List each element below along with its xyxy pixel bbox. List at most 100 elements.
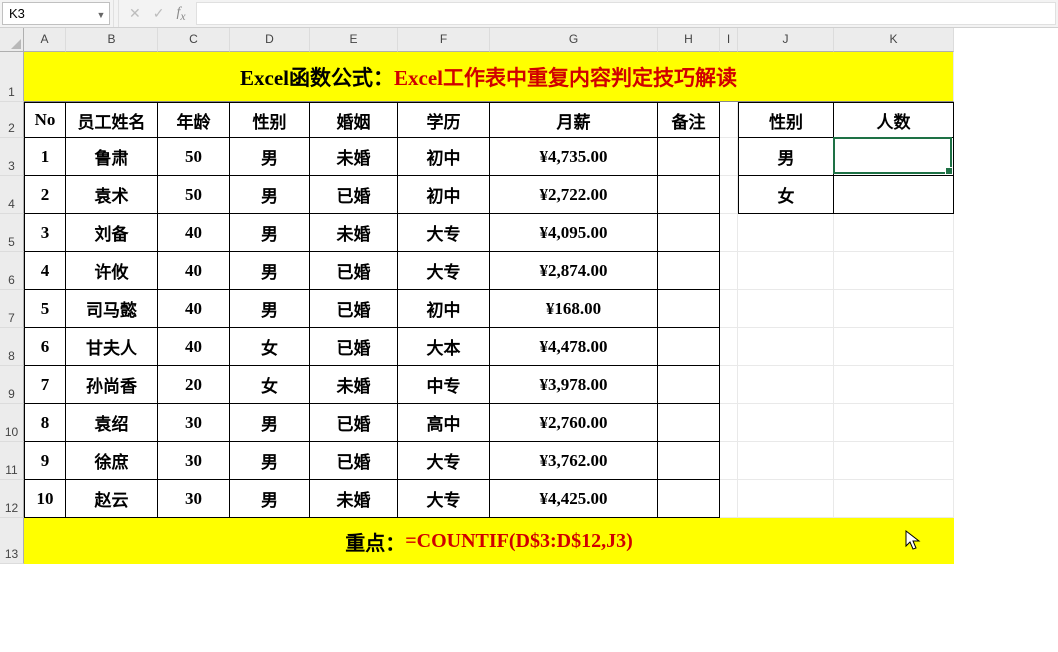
hdr-sex2[interactable]: 性别 bbox=[738, 102, 834, 138]
gap-J[interactable] bbox=[738, 252, 834, 290]
side-count[interactable] bbox=[834, 176, 954, 214]
gap-K[interactable] bbox=[834, 328, 954, 366]
cell-edu[interactable]: 大专 bbox=[398, 442, 490, 480]
side-sex[interactable]: 女 bbox=[738, 176, 834, 214]
cell-mar[interactable]: 已婚 bbox=[310, 442, 398, 480]
col-header-F[interactable]: F bbox=[398, 28, 490, 52]
gap-I[interactable] bbox=[720, 176, 738, 214]
cell-name[interactable]: 鲁肃 bbox=[66, 138, 158, 176]
col-header-D[interactable]: D bbox=[230, 28, 310, 52]
hdr-note[interactable]: 备注 bbox=[658, 102, 720, 138]
cell-note[interactable] bbox=[658, 176, 720, 214]
gap-K[interactable] bbox=[834, 404, 954, 442]
cell-note[interactable] bbox=[658, 138, 720, 176]
cell-sal[interactable]: ¥3,762.00 bbox=[490, 442, 658, 480]
cell-no[interactable]: 4 bbox=[24, 252, 66, 290]
row-header-10[interactable]: 10 bbox=[0, 404, 24, 442]
cell-sal[interactable]: ¥4,095.00 bbox=[490, 214, 658, 252]
footer-merged[interactable]: 重点： =COUNTIF(D$3:D$12,J3) bbox=[24, 518, 954, 564]
gap-K[interactable] bbox=[834, 290, 954, 328]
row-header-11[interactable]: 11 bbox=[0, 442, 24, 480]
cell-name[interactable]: 司马懿 bbox=[66, 290, 158, 328]
col-header-B[interactable]: B bbox=[66, 28, 158, 52]
name-box[interactable]: K3 ▼ bbox=[2, 2, 110, 25]
col-header-A[interactable]: A bbox=[24, 28, 66, 52]
row-header-2[interactable]: 2 bbox=[0, 102, 24, 138]
cell-mar[interactable]: 已婚 bbox=[310, 290, 398, 328]
cell-mar[interactable]: 已婚 bbox=[310, 404, 398, 442]
cell-sal[interactable]: ¥2,760.00 bbox=[490, 404, 658, 442]
cell-edu[interactable]: 初中 bbox=[398, 290, 490, 328]
cell-sal[interactable]: ¥4,735.00 bbox=[490, 138, 658, 176]
gap-J[interactable] bbox=[738, 366, 834, 404]
gap-I[interactable] bbox=[720, 366, 738, 404]
cell-name[interactable]: 袁绍 bbox=[66, 404, 158, 442]
cell-edu[interactable]: 大本 bbox=[398, 328, 490, 366]
cell-edu[interactable]: 初中 bbox=[398, 138, 490, 176]
cell-no[interactable]: 2 bbox=[24, 176, 66, 214]
cell-sex[interactable]: 男 bbox=[230, 252, 310, 290]
cell-sal[interactable]: ¥3,978.00 bbox=[490, 366, 658, 404]
formula-input[interactable] bbox=[196, 2, 1056, 25]
gap-K[interactable] bbox=[834, 480, 954, 518]
cell-age[interactable]: 40 bbox=[158, 290, 230, 328]
fx-icon[interactable]: fx bbox=[176, 5, 185, 23]
row-header-13[interactable]: 13 bbox=[0, 518, 24, 564]
cell-sex[interactable]: 女 bbox=[230, 366, 310, 404]
gap-J[interactable] bbox=[738, 442, 834, 480]
cell-name[interactable]: 刘备 bbox=[66, 214, 158, 252]
gap-K[interactable] bbox=[834, 442, 954, 480]
worksheet[interactable]: Excel函数公式： Excel工作表中重复内容判定技巧解读 No 员工姓名 年… bbox=[24, 52, 1058, 564]
col-header-E[interactable]: E bbox=[310, 28, 398, 52]
cell-edu[interactable]: 初中 bbox=[398, 176, 490, 214]
cell-no[interactable]: 8 bbox=[24, 404, 66, 442]
row-header-6[interactable]: 6 bbox=[0, 252, 24, 290]
col-header-K[interactable]: K bbox=[834, 28, 954, 52]
hdr-name[interactable]: 员工姓名 bbox=[66, 102, 158, 138]
cell-sex[interactable]: 男 bbox=[230, 442, 310, 480]
cell-note[interactable] bbox=[658, 404, 720, 442]
gap-K[interactable] bbox=[834, 252, 954, 290]
cell-note[interactable] bbox=[658, 328, 720, 366]
hdr-edu[interactable]: 学历 bbox=[398, 102, 490, 138]
cell-no[interactable]: 7 bbox=[24, 366, 66, 404]
cell-age[interactable]: 30 bbox=[158, 442, 230, 480]
name-box-dropdown-icon[interactable]: ▼ bbox=[93, 8, 109, 20]
gap-J[interactable] bbox=[738, 404, 834, 442]
gap-I[interactable] bbox=[720, 102, 738, 138]
col-header-G[interactable]: G bbox=[490, 28, 658, 52]
cell-mar[interactable]: 已婚 bbox=[310, 176, 398, 214]
gap-I[interactable] bbox=[720, 442, 738, 480]
cell-note[interactable] bbox=[658, 480, 720, 518]
cell-mar[interactable]: 已婚 bbox=[310, 252, 398, 290]
gap-I[interactable] bbox=[720, 404, 738, 442]
cell-edu[interactable]: 大专 bbox=[398, 480, 490, 518]
gap-I[interactable] bbox=[720, 290, 738, 328]
hdr-mar[interactable]: 婚姻 bbox=[310, 102, 398, 138]
gap-I[interactable] bbox=[720, 138, 738, 176]
cell-edu[interactable]: 大专 bbox=[398, 214, 490, 252]
cell-sal[interactable]: ¥4,425.00 bbox=[490, 480, 658, 518]
cell-no[interactable]: 5 bbox=[24, 290, 66, 328]
cell-age[interactable]: 40 bbox=[158, 328, 230, 366]
col-header-C[interactable]: C bbox=[158, 28, 230, 52]
gap-J[interactable] bbox=[738, 214, 834, 252]
col-header-I[interactable]: I bbox=[720, 28, 738, 52]
title-merged[interactable]: Excel函数公式： Excel工作表中重复内容判定技巧解读 bbox=[24, 52, 954, 102]
cell-edu[interactable]: 高中 bbox=[398, 404, 490, 442]
gap-I[interactable] bbox=[720, 214, 738, 252]
cell-note[interactable] bbox=[658, 252, 720, 290]
cell-age[interactable]: 30 bbox=[158, 404, 230, 442]
side-sex[interactable]: 男 bbox=[738, 138, 834, 176]
cell-sex[interactable]: 女 bbox=[230, 328, 310, 366]
cell-note[interactable] bbox=[658, 290, 720, 328]
cell-sal[interactable]: ¥4,478.00 bbox=[490, 328, 658, 366]
row-header-7[interactable]: 7 bbox=[0, 290, 24, 328]
side-count[interactable] bbox=[834, 138, 954, 176]
gap-J[interactable] bbox=[738, 290, 834, 328]
gap-K[interactable] bbox=[834, 366, 954, 404]
cell-name[interactable]: 徐庶 bbox=[66, 442, 158, 480]
cell-age[interactable]: 40 bbox=[158, 214, 230, 252]
col-header-H[interactable]: H bbox=[658, 28, 720, 52]
cell-sex[interactable]: 男 bbox=[230, 290, 310, 328]
